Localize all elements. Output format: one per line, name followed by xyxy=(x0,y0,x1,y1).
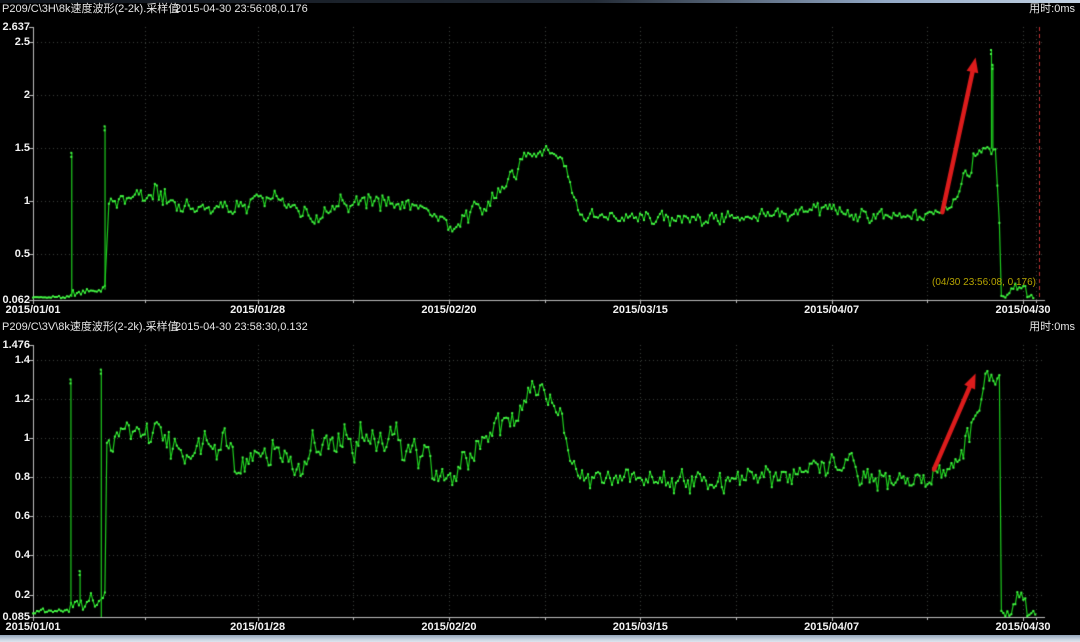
y-tick-label: 2 xyxy=(0,89,30,101)
x-tick-label: 2015/01/28 xyxy=(222,304,294,316)
y-tick-label: 0.6 xyxy=(0,510,30,522)
chart2-elapsed-time: 用时:0ms xyxy=(1029,320,1075,335)
y-tick-label: 0.2 xyxy=(0,589,30,601)
x-tick-label: 2015/04/07 xyxy=(796,304,868,316)
y-tick-label: 0.8 xyxy=(0,471,30,483)
chart2-cursor-readout: 2015-04-30 23:58:30,0.132 xyxy=(175,320,308,335)
y-tick-label: 1 xyxy=(0,195,30,207)
x-tick-label: 2015/01/28 xyxy=(222,621,294,633)
chart1-title: P209/C\3H\8k速度波形(2-2k).采样值 xyxy=(2,2,179,17)
x-tick-label: 2015/04/30 xyxy=(987,621,1059,633)
window-bottom-edge xyxy=(0,635,1080,642)
y-tick-label: 2.637 xyxy=(0,21,30,33)
y-tick-label: 1.2 xyxy=(0,393,30,405)
chart2-header-bar: P209/C\3V\8k速度波形(2-2k).采样值 2015-04-30 23… xyxy=(0,320,1080,335)
y-tick-label: 1.4 xyxy=(0,354,30,366)
y-tick-label: 1.5 xyxy=(0,142,30,154)
x-tick-label: 2015/02/20 xyxy=(413,621,485,633)
x-tick-label: 2015/01/01 xyxy=(0,621,69,633)
x-tick-label: 2015/03/15 xyxy=(604,621,676,633)
y-tick-label: 1.476 xyxy=(0,339,30,351)
y-tick-label: 1 xyxy=(0,432,30,444)
y-tick-label: 0.5 xyxy=(0,248,30,260)
x-tick-label: 2015/03/15 xyxy=(604,304,676,316)
chart2-title: P209/C\3V\8k速度波形(2-2k).采样值 xyxy=(2,320,179,335)
x-tick-label: 2015/02/20 xyxy=(413,304,485,316)
x-tick-label: 2015/04/30 xyxy=(987,304,1059,316)
cursor-annotation: (04/30 23:56:08, 0.176) xyxy=(916,277,1036,288)
y-tick-label: 2.5 xyxy=(0,36,30,48)
x-tick-label: 2015/04/07 xyxy=(796,621,868,633)
chart1-header-bar: P209/C\3H\8k速度波形(2-2k).采样值 2015-04-30 23… xyxy=(0,2,1080,17)
chart1-cursor-readout: 2015-04-30 23:56:08,0.176 xyxy=(175,2,308,17)
chart1-elapsed-time: 用时:0ms xyxy=(1029,2,1075,17)
trend-monitor-screen: P209/C\3H\8k速度波形(2-2k).采样值 2015-04-30 23… xyxy=(0,0,1080,642)
x-tick-label: 2015/01/01 xyxy=(0,304,69,316)
y-tick-label: 0.4 xyxy=(0,549,30,561)
